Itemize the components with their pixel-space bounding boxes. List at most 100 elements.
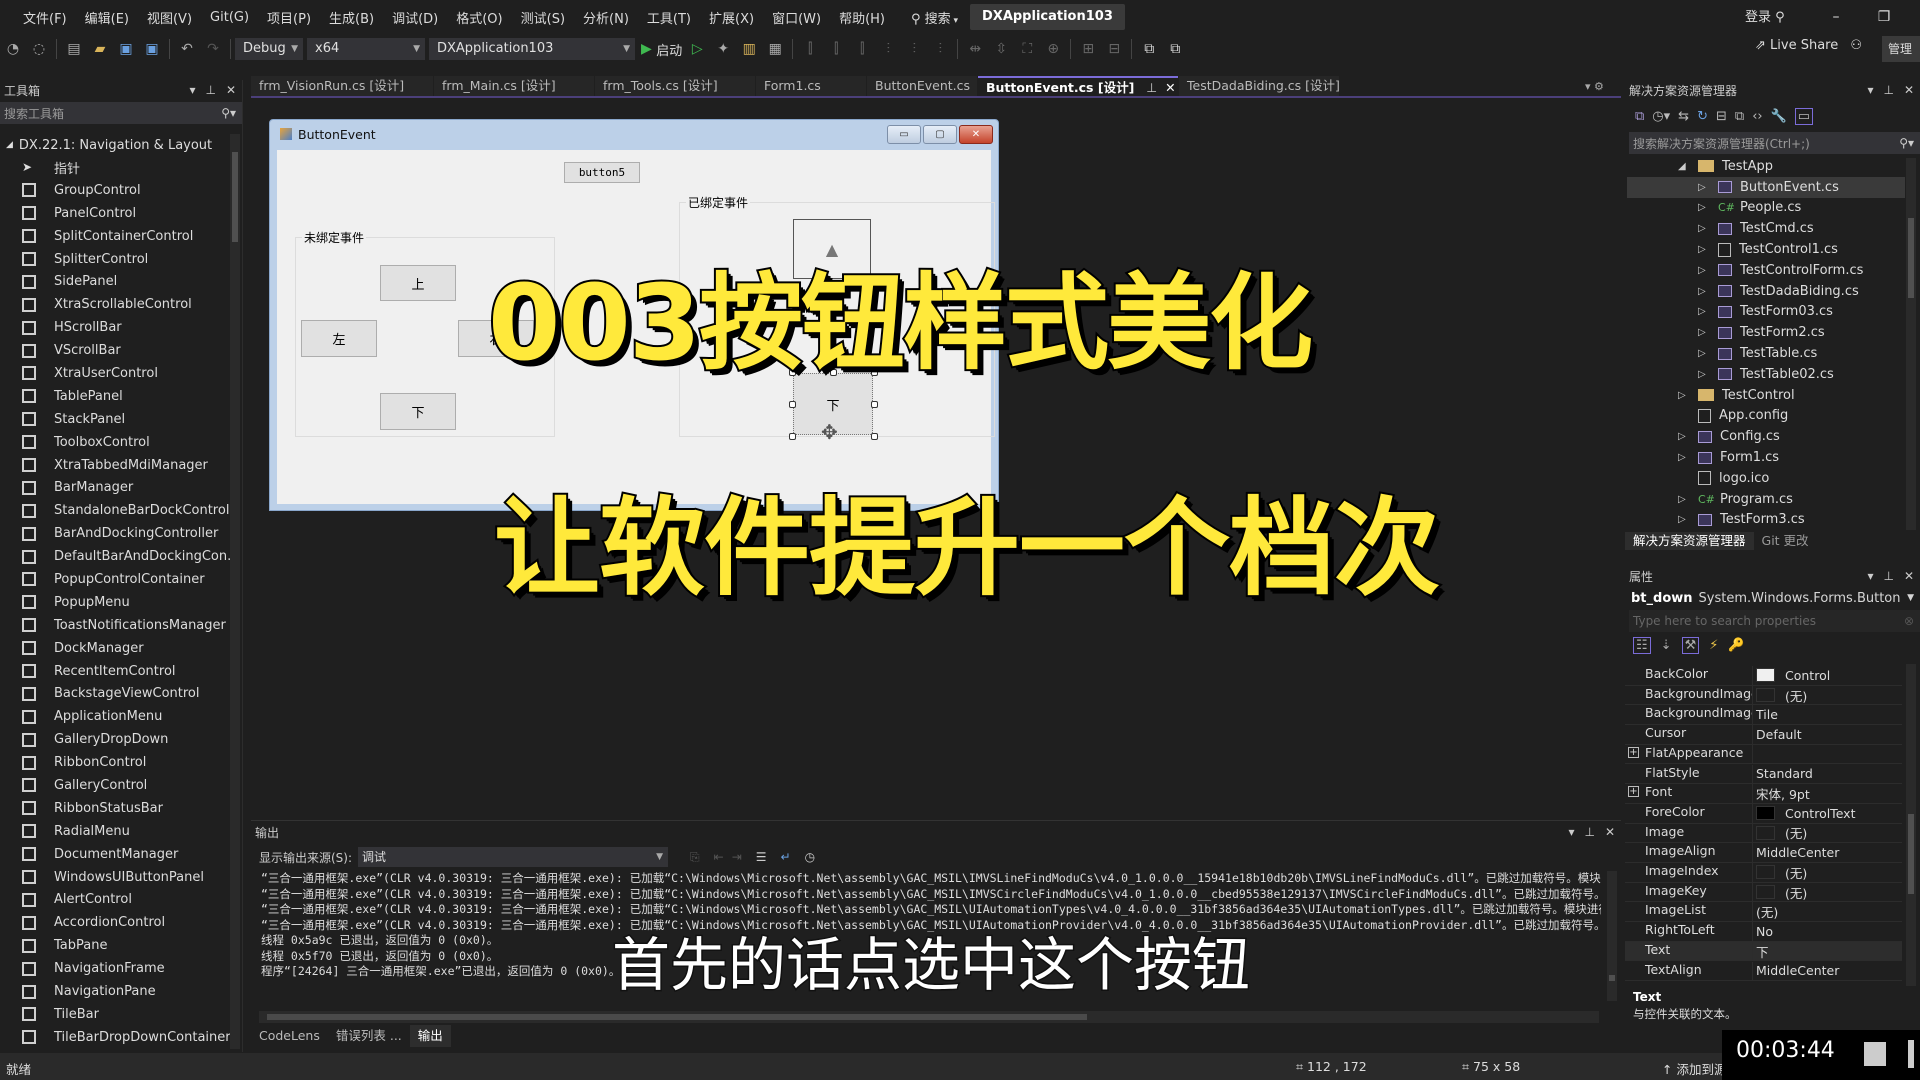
property-row[interactable]: + Font 宋体, 9pt [1625,784,1902,804]
solution-item[interactable]: ▷ Config.cs [1678,426,1780,447]
property-row[interactable]: Cursor Default [1625,725,1902,745]
start-without-debug-icon[interactable]: ▷ [686,38,708,60]
word-wrap-icon[interactable]: ↵ [781,850,791,864]
properties-icon[interactable]: ⚒ [1681,636,1700,654]
menu-item[interactable]: 生成(B) [320,8,383,27]
toolbox-item[interactable]: DefaultBarAndDockingCon... [0,545,240,568]
output-hscrollbar[interactable] [259,1011,1599,1023]
startup-project-select[interactable]: DXApplication103 ▼ [429,38,635,60]
scrollbar-thumb[interactable] [267,1014,1087,1020]
platform-select[interactable]: x64 ▼ [307,38,425,60]
bottom-tab[interactable]: CodeLens [251,1025,328,1047]
property-value[interactable]: Standard [1753,765,1902,784]
align-right-icon[interactable]: ⫿ [851,38,873,60]
vs-switch-view-icon[interactable]: ⧉ [1635,109,1644,124]
property-row[interactable]: ImageIndex (无) [1625,863,1902,883]
zoom-icon[interactable]: ⊕ [1042,38,1064,60]
resize-handle[interactable] [871,433,878,440]
align-center-icon[interactable]: ⫿ [825,38,847,60]
property-row[interactable]: + FlatAppearance [1625,744,1902,765]
property-value[interactable]: Tile [1753,705,1902,724]
same-width-icon[interactable]: ⇹ [964,38,986,60]
menu-item[interactable]: 格式(O) [447,8,511,27]
redo-icon[interactable]: ↷ [202,38,224,60]
solution-item[interactable]: ▷ TestControlForm.cs [1698,260,1863,281]
toolbox-item[interactable]: RibbonControl [0,751,230,774]
toolbox-item[interactable]: ApplicationMenu [0,705,230,728]
refresh-icon[interactable]: ↻ [1697,109,1708,124]
close-icon[interactable]: ✕ [1605,825,1615,839]
solution-item[interactable]: App.config [1678,406,1788,427]
toolbox-item[interactable]: SplitContainerControl [0,225,230,248]
sync-icon[interactable]: ⇆ [1678,109,1689,124]
properties-scrollbar[interactable] [1906,664,1916,986]
tab-solution-explorer[interactable]: 解决方案资源管理器 [1625,532,1754,550]
collapsed-icon[interactable]: ▷ [1678,452,1692,463]
menu-item[interactable]: Git(G) [201,10,258,25]
menu-item[interactable]: 窗口(W) [763,8,830,27]
properties-object-select[interactable]: bt_down System.Windows.Forms.Button ▼ [1625,586,1920,610]
send-to-back-icon[interactable]: ⧉ [1164,38,1186,60]
find-message-icon[interactable]: ⎘ [690,850,700,865]
toolbox-item[interactable]: TabPane [0,934,230,957]
property-row[interactable]: ImageKey (无) [1625,882,1902,903]
show-all-files-icon[interactable]: ⧉ [1735,109,1744,124]
toolbox-item[interactable]: DocumentManager [0,843,230,866]
categorized-icon[interactable]: ☷ [1633,636,1651,654]
same-size-icon[interactable]: ⛶ [1016,38,1038,60]
output-vscrollbar[interactable] [1607,871,1617,1001]
bottom-tab[interactable]: 错误列表 ... [328,1025,410,1047]
collapsed-icon[interactable]: ▷ [1678,390,1692,401]
scrollbar-thumb[interactable] [1908,814,1914,894]
scrollbar-thumb[interactable] [1908,218,1914,298]
output-source-select[interactable]: 调试 ▼ [358,847,669,867]
align-left-icon[interactable]: ⫿ [799,38,821,60]
prev-message-icon[interactable]: ⇤ [714,850,724,864]
property-value[interactable]: ControlText [1753,804,1902,823]
toolbox-item[interactable]: BarManager [0,476,230,499]
property-value[interactable]: (无) [1753,902,1902,921]
collapsed-icon[interactable]: ▷ [1698,182,1712,193]
bring-to-front-icon[interactable]: ⧉ [1138,38,1160,60]
collapsed-icon[interactable]: ▷ [1678,431,1692,442]
layout-icon[interactable]: ▦ [764,38,786,60]
spacing-icon[interactable]: ⊟ [1103,38,1125,60]
expand-icon[interactable]: + [1628,786,1639,798]
preview-icon[interactable]: ▭ [1794,107,1814,125]
solution-item[interactable]: ◢ TestApp [1678,156,1773,177]
toolbox-item[interactable]: GroupControl [0,179,230,202]
tab-document[interactable]: frm_VisionRun.cs [设计] [251,76,433,96]
solution-item[interactable]: ▷ TestTable.cs [1698,343,1817,364]
collapse-all-icon[interactable]: ⊟ [1716,109,1727,124]
toolbox-item[interactable]: PopupMenu [0,591,230,614]
view-code-icon[interactable]: ‹› [1752,109,1762,124]
menu-item[interactable]: 调试(D) [383,8,447,27]
toolbox-item[interactable]: ToastNotificationsManager [0,614,230,637]
tab-document[interactable]: ButtonEvent.cs [设计] ⊥ ✕ [978,76,1178,96]
toolbox-item[interactable]: AlertControl [0,889,230,912]
toolbox-item[interactable]: GalleryControl [0,774,230,797]
events-icon[interactable]: ⚡ [1709,638,1718,653]
property-row[interactable]: FlatStyle Standard [1625,764,1902,785]
toolbox-search-input[interactable]: 搜索工具箱 ⚲▾ [0,102,242,124]
property-row[interactable]: Text 下 [1625,941,1902,962]
property-row[interactable]: ForeColor ControlText [1625,803,1902,824]
solution-item[interactable]: ▷ Form1.cs [1678,447,1779,468]
menu-item[interactable]: 文件(F) [14,8,76,27]
toolbox-item[interactable]: VScrollBar [0,339,230,362]
property-value[interactable]: (无) [1753,863,1902,882]
menu-item[interactable]: 工具(T) [638,8,700,27]
solution-item[interactable]: ▷ TestControl1.cs [1698,239,1838,260]
search-menu[interactable]: ⚲ 搜索 ▾ [902,8,967,27]
pin-icon[interactable]: ⊥ [1883,83,1893,97]
property-row[interactable]: Image (无) [1625,823,1902,844]
solution-item[interactable]: ▷ C# Program.cs [1678,489,1793,510]
toolbox-item[interactable]: SidePanel [0,270,230,293]
hot-reload-icon[interactable]: ✦ [712,38,734,60]
collapsed-icon[interactable]: ▷ [1678,514,1692,525]
bottom-tab[interactable]: 输出 [409,1025,451,1047]
menu-item[interactable]: 视图(V) [138,8,201,27]
resize-handle[interactable] [789,401,796,408]
toolbox-item[interactable]: DockManager [0,637,230,660]
collapsed-icon[interactable]: ▷ [1698,223,1712,234]
